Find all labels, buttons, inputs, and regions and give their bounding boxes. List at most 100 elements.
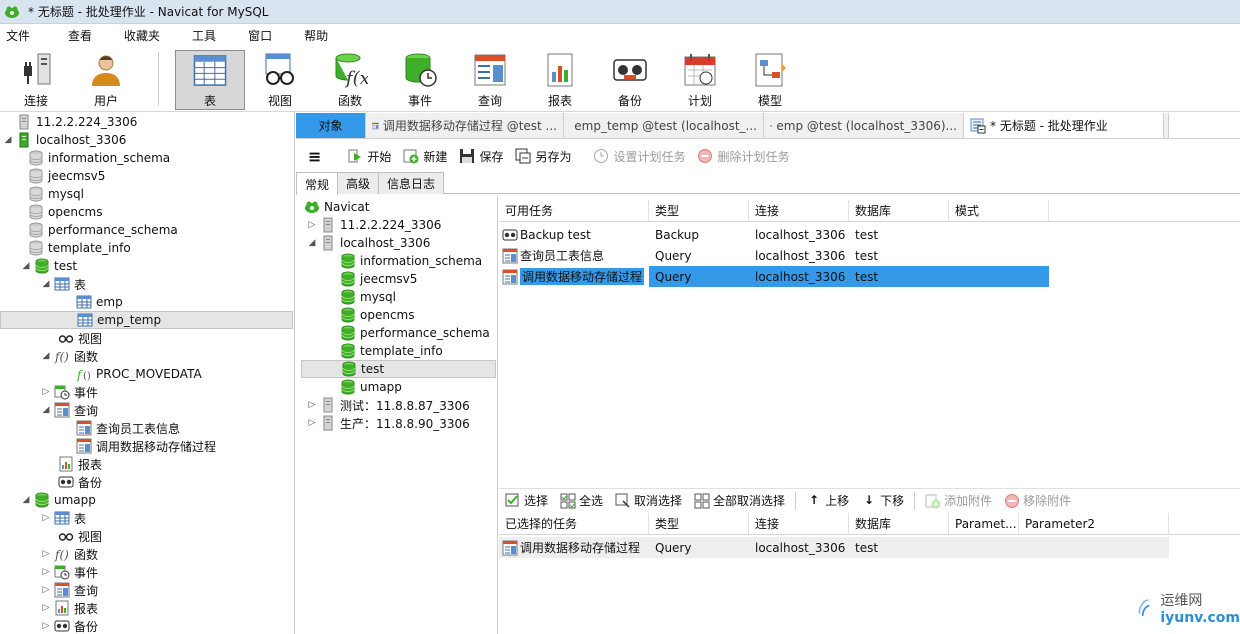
save-button[interactable]: 保存 [459, 148, 503, 165]
tree-db-test[interactable]: ◢ test [20, 257, 77, 275]
menu-favorites[interactable]: 收藏夹 [118, 27, 172, 44]
collapsed-arrow-icon[interactable]: ▷ [40, 549, 52, 559]
tree-db-template-info[interactable]: template_info [26, 239, 131, 257]
tree-umapp-views[interactable]: 视图 [56, 527, 102, 545]
menu-view[interactable]: 查看 [62, 27, 104, 44]
col-header-connection[interactable]: 连接 [749, 513, 849, 534]
tree-db-umapp[interactable]: ◢ umapp [20, 491, 96, 509]
backup-button[interactable]: 备份 [595, 50, 665, 110]
tree-function-proc-movedata[interactable]: PROC_MOVEDATA [74, 365, 202, 383]
tab-general[interactable]: 常规 [296, 172, 339, 195]
tab-objects[interactable]: 对象 [296, 113, 366, 138]
tree-connection-test[interactable]: ▷ 测试：11.8.8.87_3306 [306, 396, 470, 414]
select-all-button[interactable]: 全选 [560, 492, 603, 509]
col-header-parameter2[interactable]: Parameter2 [1019, 513, 1169, 534]
tab-advanced[interactable]: 高级 [337, 172, 380, 194]
tree-db-performance-schema[interactable]: performance_schema [338, 324, 490, 342]
tree-db-umapp[interactable]: umapp [338, 378, 402, 396]
collapsed-arrow-icon[interactable]: ▷ [40, 603, 52, 613]
tree-group-reports[interactable]: 报表 [56, 455, 102, 473]
menu-tools[interactable]: 工具 [186, 27, 228, 44]
expanded-arrow-icon[interactable]: ◢ [20, 495, 32, 505]
tree-db-mysql[interactable]: mysql [26, 185, 84, 203]
tree-db-mysql[interactable]: mysql [338, 288, 396, 306]
new-button[interactable]: 新建 [403, 148, 447, 165]
model-button[interactable]: 模型 [735, 50, 805, 110]
col-header-database[interactable]: 数据库 [849, 513, 949, 534]
task-row-selected[interactable]: 调用数据移动存储过程 Query localhost_3306 test [499, 266, 1049, 287]
collapsed-arrow-icon[interactable]: ▷ [306, 418, 318, 428]
tree-table-emp-temp[interactable]: emp_temp [0, 311, 293, 329]
tree-connection-2[interactable]: ◢ localhost_3306 [2, 131, 126, 149]
event-button[interactable]: 事件 [385, 50, 455, 110]
tree-connection-prod[interactable]: ▷ 生产：11.8.8.90_3306 [306, 414, 470, 432]
menu-file[interactable]: 文件 [0, 27, 42, 44]
collapsed-arrow-icon[interactable]: ▷ [306, 220, 318, 230]
expanded-arrow-icon[interactable]: ◢ [20, 261, 32, 271]
connect-button[interactable]: 连接 [1, 50, 71, 110]
tab-emp-temp[interactable]: emp_temp @test (localhost_... [564, 113, 764, 138]
deselect-button[interactable]: 取消选择 [615, 492, 682, 509]
expanded-arrow-icon[interactable]: ◢ [40, 405, 52, 415]
col-header-type[interactable]: 类型 [649, 513, 749, 534]
col-header-database[interactable]: 数据库 [849, 200, 949, 221]
menu-window[interactable]: 窗口 [242, 27, 284, 44]
task-row[interactable]: Backup test Backup localhost_3306 test [499, 224, 1049, 245]
tree-db-information-schema[interactable]: information_schema [338, 252, 482, 270]
add-attachment-button[interactable]: 添加附件 [925, 492, 992, 509]
expanded-arrow-icon[interactable]: ◢ [2, 135, 14, 145]
tree-group-backups[interactable]: 备份 [56, 473, 102, 491]
expanded-arrow-icon[interactable]: ◢ [40, 351, 52, 361]
tab-log[interactable]: 信息日志 [378, 172, 445, 194]
remove-attachment-button[interactable]: 移除附件 [1004, 492, 1071, 509]
expanded-arrow-icon[interactable]: ◢ [40, 279, 52, 289]
menu-icon[interactable]: ≡ [308, 147, 321, 166]
tree-db-information-schema[interactable]: information_schema [26, 149, 170, 167]
menu-help[interactable]: 帮助 [298, 27, 340, 44]
tree-db-opencms[interactable]: opencms [338, 306, 415, 324]
tree-db-opencms[interactable]: opencms [26, 203, 103, 221]
tree-umapp-reports[interactable]: ▷ 报表 [40, 599, 98, 617]
tree-connection-1[interactable]: 11.2.2.224_3306 [2, 113, 137, 131]
col-header-type[interactable]: 类型 [649, 200, 749, 221]
tree-root-navicat[interactable]: Navicat [304, 198, 369, 216]
tree-group-events[interactable]: ▷ 事件 [40, 383, 98, 401]
tree-umapp-backups[interactable]: ▷ 备份 [40, 617, 98, 634]
tree-table-emp[interactable]: emp [74, 293, 123, 311]
collapsed-arrow-icon[interactable]: ▷ [40, 387, 52, 397]
col-header-selected-task[interactable]: 已选择的任务 [499, 513, 649, 534]
tree-db-test[interactable]: test [301, 360, 496, 378]
collapsed-arrow-icon[interactable]: ▷ [306, 400, 318, 410]
tree-db-jeecmsv5[interactable]: jeecmsv5 [338, 270, 417, 288]
tab-query-move-data[interactable]: 调用数据移动存储过程 @test ... [366, 113, 564, 138]
set-schedule-button[interactable]: 设置计划任务 [593, 148, 685, 165]
tree-group-functions[interactable]: ◢ 函数 [40, 347, 98, 365]
col-header-schema[interactable]: 模式 [949, 200, 1049, 221]
tree-umapp-events[interactable]: ▷ 事件 [40, 563, 98, 581]
delete-schedule-button[interactable]: 删除计划任务 [697, 148, 790, 165]
tree-query-move-data-proc[interactable]: 调用数据移动存储过程 [74, 437, 216, 455]
query-button[interactable]: 查询 [455, 50, 525, 110]
tree-db-performance-schema[interactable]: performance_schema [26, 221, 178, 239]
tab-search-field[interactable] [1168, 113, 1240, 138]
col-header-parameter1[interactable]: Paramet... [949, 513, 1019, 534]
start-button[interactable]: 开始 [347, 148, 391, 165]
move-up-button[interactable]: ↑ 上移 [806, 492, 849, 509]
move-down-button[interactable]: ↓ 下移 [861, 492, 904, 509]
function-button[interactable]: f(x) 函数 [315, 50, 385, 110]
selected-task-row[interactable]: 调用数据移动存储过程 Query localhost_3306 test [499, 537, 1169, 558]
tree-connection-2[interactable]: ◢ localhost_3306 [306, 234, 430, 252]
collapsed-arrow-icon[interactable]: ▷ [40, 585, 52, 595]
view-button[interactable]: 视图 [245, 50, 315, 110]
tree-umapp-tables[interactable]: ▷ 表 [40, 509, 86, 527]
tree-umapp-functions[interactable]: ▷ 函数 [40, 545, 98, 563]
collapsed-arrow-icon[interactable]: ▷ [40, 513, 52, 523]
save-as-button[interactable]: 另存为 [515, 148, 571, 165]
user-button[interactable]: 用户 [71, 50, 141, 110]
deselect-all-button[interactable]: 全部取消选择 [694, 492, 785, 509]
col-header-task[interactable]: 可用任务 [499, 200, 649, 221]
tree-umapp-queries[interactable]: ▷ 查询 [40, 581, 98, 599]
tree-db-template-info[interactable]: template_info [338, 342, 443, 360]
report-button[interactable]: 报表 [525, 50, 595, 110]
collapsed-arrow-icon[interactable]: ▷ [40, 567, 52, 577]
